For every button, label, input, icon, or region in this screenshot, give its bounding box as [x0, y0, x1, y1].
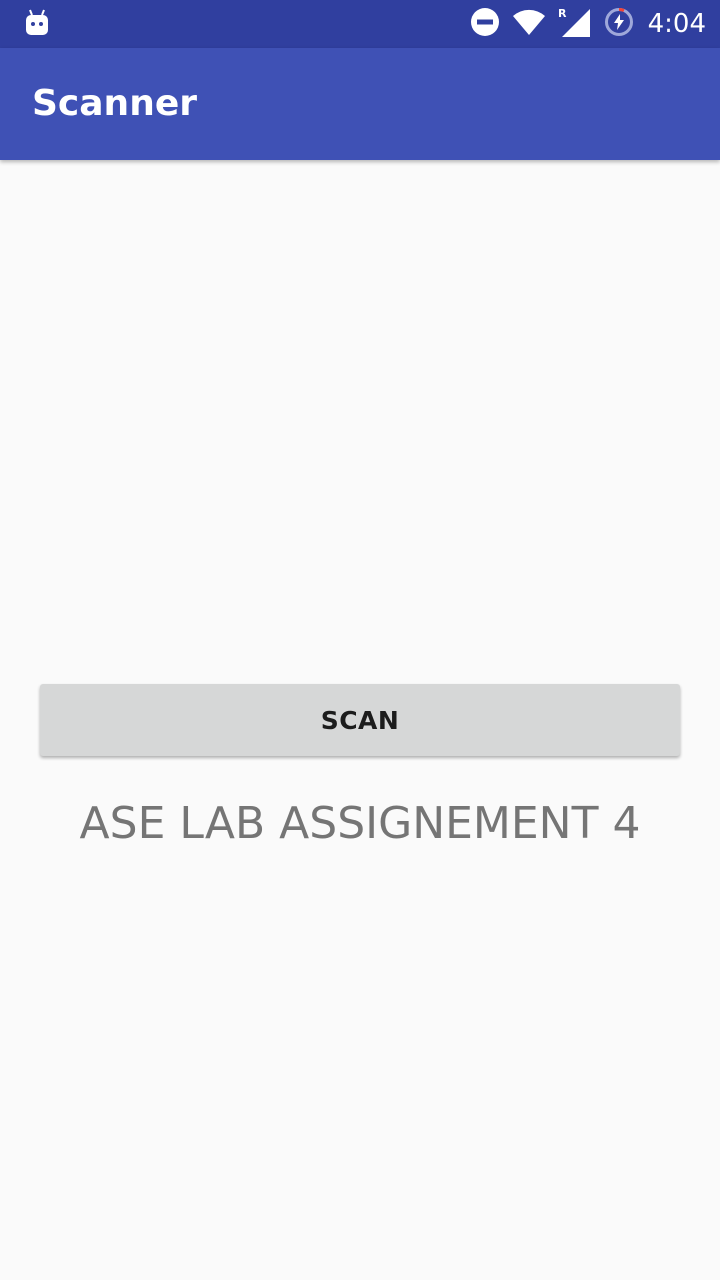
- wifi-icon: [512, 8, 546, 40]
- app-title: Scanner: [32, 83, 197, 124]
- assignment-label: ASE LAB ASSIGNEMENT 4: [79, 798, 641, 849]
- roaming-label: R: [558, 7, 567, 20]
- status-icons: R 4:04: [470, 0, 706, 48]
- status-bar: R 4:04: [0, 0, 720, 48]
- battery-charging-icon: [604, 7, 634, 41]
- scan-button[interactable]: SCAN: [40, 684, 680, 756]
- app-bar: Scanner: [0, 48, 720, 160]
- roaming-signal-icon: R: [558, 7, 592, 41]
- do-not-disturb-icon: [470, 7, 500, 41]
- android-notification-icon: [24, 8, 50, 38]
- status-time: 4:04: [647, 9, 706, 39]
